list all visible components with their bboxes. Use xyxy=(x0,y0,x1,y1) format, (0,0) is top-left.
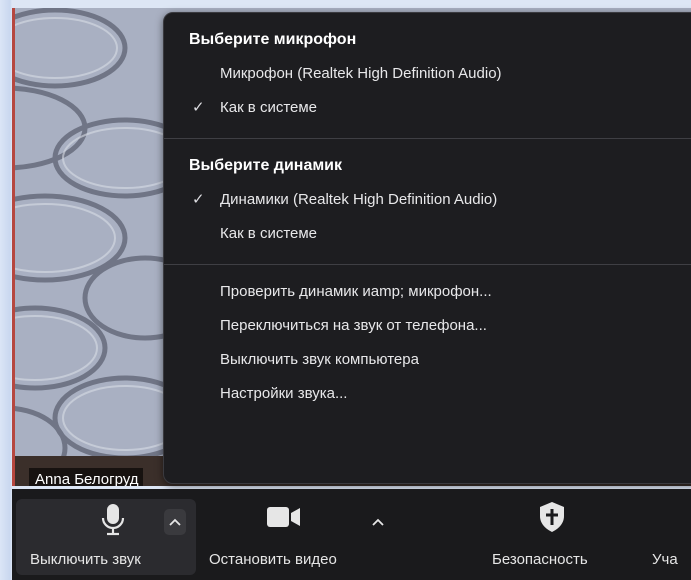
video-camera-icon xyxy=(267,507,300,527)
chevron-up-icon xyxy=(372,518,384,526)
menu-item-label: Как в системе xyxy=(220,225,318,242)
zoom-window: Anna Белогруд Выберите микрофон Микрофон… xyxy=(0,0,691,580)
speaker-section-header: Выберите динамик xyxy=(189,157,343,174)
speaker-section: Выберите динамик ✓ Динамики (Realtek Hig… xyxy=(164,139,691,251)
microphone-icon xyxy=(101,504,125,536)
security-button-label: Безопасность xyxy=(492,551,588,568)
chevron-up-icon xyxy=(169,518,181,526)
menu-item-label: Микрофон (Realtek High Definition Audio) xyxy=(220,65,502,82)
video-options-caret-button[interactable] xyxy=(367,509,389,535)
audio-options-menu: Выберите микрофон Микрофон (Realtek High… xyxy=(163,12,691,484)
menu-item-speaker-system[interactable]: Как в системе xyxy=(164,217,691,251)
microphone-section-header: Выберите микрофон xyxy=(189,31,357,48)
menu-item-label: Настройки звука... xyxy=(220,385,348,402)
menu-item-label: Как в системе xyxy=(220,99,318,116)
stop-video-button-label: Остановить видео xyxy=(209,551,337,568)
menu-item-test-speaker-mic[interactable]: Проверить динамик иamp; микрофон... xyxy=(164,275,691,309)
audio-actions-section: Проверить динамик иamp; микрофон... Пере… xyxy=(164,265,691,411)
security-button[interactable]: Безопасность xyxy=(484,489,624,580)
audio-options-caret-button[interactable] xyxy=(164,509,186,535)
menu-item-switch-to-phone-audio[interactable]: Переключиться на звук от телефона... xyxy=(164,309,691,343)
menu-item-microphone-system[interactable]: ✓ Как в системе xyxy=(164,91,691,125)
participants-button-label: Уча xyxy=(652,551,678,568)
menu-item-microphone-realtek[interactable]: Микрофон (Realtek High Definition Audio) xyxy=(164,57,691,91)
menu-item-label: Переключиться на звук от телефона... xyxy=(220,317,487,334)
checkmark-icon: ✓ xyxy=(192,99,205,116)
participant-name-tag: Anna Белогруд xyxy=(29,468,143,486)
menu-item-label: Проверить динамик иamp; микрофон... xyxy=(220,283,492,300)
shield-icon xyxy=(540,502,564,532)
menu-item-label: Выключить звук компьютера xyxy=(220,351,419,368)
menu-item-speaker-realtek[interactable]: ✓ Динамики (Realtek High Definition Audi… xyxy=(164,183,691,217)
menu-item-label: Динамики (Realtek High Definition Audio) xyxy=(220,191,498,208)
menu-item-audio-settings[interactable]: Настройки звука... xyxy=(164,377,691,411)
stop-video-button[interactable]: Остановить видео xyxy=(204,489,374,580)
mute-button[interactable]: Выключить звук xyxy=(20,489,162,580)
mute-button-label: Выключить звук xyxy=(30,551,141,568)
checkmark-icon: ✓ xyxy=(192,191,205,208)
menu-item-leave-computer-audio[interactable]: Выключить звук компьютера xyxy=(164,343,691,377)
meeting-toolbar: Выключить звук Остановить видео Безопасн… xyxy=(12,489,691,580)
participants-button[interactable]: Уча xyxy=(652,489,691,580)
microphone-section: Выберите микрофон Микрофон (Realtek High… xyxy=(164,13,691,125)
